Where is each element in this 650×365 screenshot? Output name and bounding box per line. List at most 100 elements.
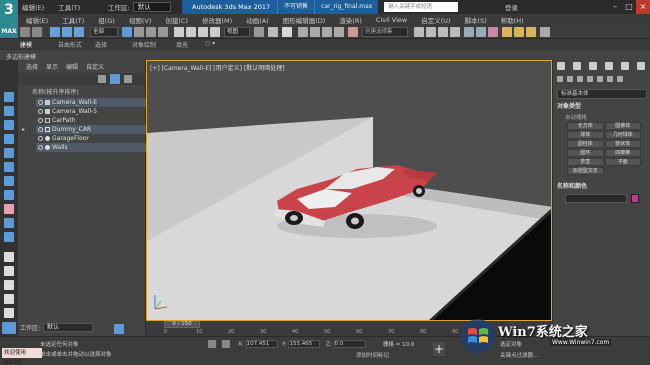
display-cameras-icon[interactable] [4, 148, 14, 158]
primitive-type-dropdown[interactable]: 标准基本体 [557, 89, 647, 99]
visibility-icon[interactable] [38, 118, 43, 123]
list-item[interactable]: Walls [36, 143, 146, 152]
torus-button[interactable]: 圆环 [567, 149, 604, 157]
login-link[interactable]: 登录 [505, 2, 518, 12]
curve-editor-icon[interactable] [464, 27, 474, 37]
expand-arrow-icon[interactable]: ▸ [22, 125, 25, 134]
redo-icon[interactable] [32, 27, 42, 37]
title-tab-file[interactable]: car_rig_final.max [314, 0, 379, 14]
display-helpers-icon[interactable] [4, 162, 14, 172]
create-tab-icon[interactable] [557, 62, 565, 70]
ribbon-tab-object-paint[interactable]: 对象绘制 [132, 40, 156, 49]
time-slider[interactable]: 0 / 150 [164, 321, 200, 328]
menu-edit[interactable]: 编辑(E) [26, 15, 48, 25]
modify-tab-icon[interactable] [573, 62, 581, 70]
display-geometry-icon[interactable] [4, 106, 14, 116]
display-children-icon[interactable] [4, 266, 14, 276]
cameras-category-icon[interactable] [587, 76, 593, 82]
display-dependencies-icon[interactable] [4, 294, 14, 304]
display-spacewarps-icon[interactable] [4, 176, 14, 186]
percent-snap-icon[interactable] [322, 27, 332, 37]
display-all-icon[interactable] [4, 252, 14, 262]
shapes-category-icon[interactable] [567, 76, 573, 82]
menu-help[interactable]: 帮助(H) [501, 15, 524, 25]
visibility-icon[interactable] [38, 145, 43, 150]
display-groups-icon[interactable] [4, 232, 14, 242]
menu-customize[interactable]: 自定义(U) [421, 15, 450, 25]
snap-toggle-icon[interactable] [298, 27, 308, 37]
spacewarps-category-icon[interactable] [607, 76, 613, 82]
menu-tools[interactable]: 工具(T) [62, 15, 84, 25]
visibility-icon[interactable] [38, 100, 43, 105]
systems-category-icon[interactable] [617, 76, 623, 82]
object-type-rollout[interactable]: 对象类型 [557, 102, 647, 111]
utilities-tab-icon[interactable] [637, 62, 645, 70]
a360-icon[interactable] [540, 27, 550, 37]
explorer-menu-display[interactable]: 显示 [46, 62, 58, 72]
list-item[interactable]: ▸ Dummy_CAR [22, 125, 146, 134]
pyramid-button[interactable]: 四棱锥 [604, 149, 641, 157]
viewport-label[interactable]: [+] [Camera_Wall-E] [用户定义] [默认明暗处理] [150, 63, 285, 72]
hierarchy-tab-icon[interactable] [589, 62, 597, 70]
rotate-icon[interactable] [186, 27, 196, 37]
workspace-dropdown[interactable]: 默认 [43, 323, 94, 332]
isolate-selection-icon[interactable] [208, 340, 216, 348]
camera-viewport[interactable]: [+] [Camera_Wall-E] [用户定义] [默认明暗处理] [146, 60, 552, 321]
list-item[interactable]: Camera_Wall-E [36, 98, 146, 107]
undo-icon[interactable] [20, 27, 30, 37]
object-name-field[interactable] [565, 194, 627, 203]
render-setup-icon[interactable] [502, 27, 512, 37]
quick-menu-edit[interactable]: 编辑(E) [22, 2, 44, 12]
autogrid-checkbox[interactable]: 自动栅格 [565, 113, 587, 121]
column-header-name[interactable]: 名称(按升序排序) [28, 87, 146, 97]
set-key-icon[interactable]: + [433, 342, 445, 356]
app-logo[interactable]: 3 MAX [0, 0, 18, 38]
geometry-category-icon[interactable] [557, 76, 563, 82]
display-influences-icon[interactable] [4, 280, 14, 290]
explorer-menu-edit[interactable]: 编辑 [66, 62, 78, 72]
display-tab-icon[interactable] [621, 62, 629, 70]
filter-toggle-icon[interactable] [110, 74, 120, 84]
box-button[interactable]: 长方体 [567, 122, 604, 130]
cone-button[interactable]: 圆锥体 [604, 122, 641, 130]
menu-animation[interactable]: 动画(A) [246, 15, 269, 25]
explorer-menu-select[interactable]: 选择 [26, 62, 38, 72]
geosphere-button[interactable]: 几何球体 [604, 131, 641, 139]
named-selection-set-field[interactable]: 创建选择集 [362, 27, 408, 37]
keyboard-shortcut-icon[interactable] [282, 27, 292, 37]
visibility-icon[interactable] [38, 109, 43, 114]
unlink-icon[interactable] [62, 27, 72, 37]
link-icon[interactable] [50, 27, 60, 37]
add-time-tag[interactable]: 添加时间标记 [356, 351, 389, 359]
lock-icon[interactable] [124, 75, 132, 83]
maxscript-listener[interactable]: 欢迎使用 MAXSc [2, 348, 42, 365]
menu-views[interactable]: 视图(V) [129, 15, 152, 25]
name-color-rollout[interactable]: 名称和颜色 [557, 182, 647, 191]
lights-category-icon[interactable] [577, 76, 583, 82]
display-lights-icon[interactable] [4, 134, 14, 144]
menu-create[interactable]: 创建(C) [165, 15, 188, 25]
maximize-icon[interactable]: □ [622, 0, 636, 14]
ribbon-tab-modeling[interactable]: 建模 [20, 40, 32, 49]
tube-button[interactable]: 管状体 [604, 140, 641, 148]
motion-tab-icon[interactable] [605, 62, 613, 70]
rendered-frame-window-icon[interactable] [514, 27, 524, 37]
sync-selection-icon[interactable] [4, 308, 14, 318]
explorer-menu-customize[interactable]: 自定义 [86, 62, 104, 72]
spinner-snap-icon[interactable] [334, 27, 344, 37]
display-none-icon[interactable] [4, 92, 14, 102]
display-containers-icon[interactable] [4, 204, 14, 214]
scene-explorer-toggle-icon[interactable] [2, 322, 16, 334]
search-input[interactable]: 键入关键字或短语 [384, 2, 458, 12]
visibility-icon[interactable] [38, 127, 43, 132]
menu-graph-editors[interactable]: 图形编辑器(D) [283, 15, 326, 25]
z-value[interactable]: 0.0 [333, 340, 366, 348]
teapot-button[interactable]: 茶壶 [567, 158, 604, 166]
select-manipulate-icon[interactable] [268, 27, 278, 37]
visibility-icon[interactable] [38, 136, 43, 141]
pivot-center-icon[interactable] [254, 27, 264, 37]
bind-spacewarp-icon[interactable] [74, 27, 84, 37]
list-item[interactable]: Camera_Wall-5 [36, 107, 146, 116]
list-item[interactable]: CarPath [36, 116, 146, 125]
plane-button[interactable]: 平面 [604, 158, 641, 166]
